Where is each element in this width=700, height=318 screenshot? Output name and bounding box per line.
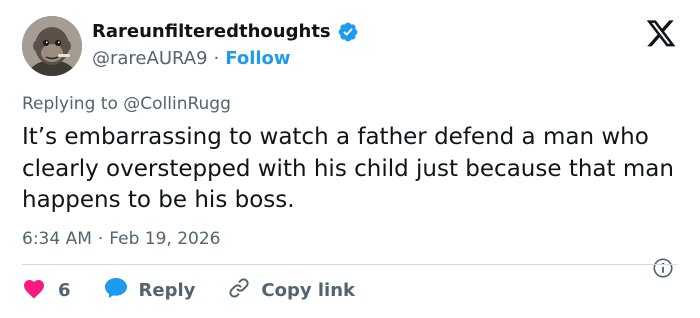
handle-row: @rareAURA9 · Follow — [92, 47, 291, 71]
tweet-date: Feb 19, 2026 — [109, 229, 221, 249]
tweet-time: 6:34 AM — [22, 229, 92, 249]
tweet-text: It’s embarrassing to watch a father defe… — [22, 124, 674, 213]
reply-prefix: Replying to — [22, 94, 118, 114]
reply-button[interactable]: Reply — [103, 276, 196, 305]
display-name[interactable]: Rareunfilteredthoughts — [92, 20, 331, 44]
reply-label: Reply — [138, 279, 196, 301]
verified-badge-icon — [337, 21, 359, 43]
reply-mention-link[interactable]: @CollinRugg — [123, 94, 231, 114]
separator-dot: · — [213, 48, 220, 69]
link-icon — [227, 276, 251, 305]
separator-dot: · — [97, 229, 104, 249]
reply-context: Replying to @CollinRugg — [22, 92, 231, 116]
tweet-timestamp[interactable]: 6:34 AM · Feb 19, 2026 — [22, 227, 221, 251]
speech-bubble-icon — [103, 276, 129, 305]
ape-avatar-icon — [22, 16, 82, 76]
author-name-row: Rareunfilteredthoughts — [92, 20, 359, 44]
heart-icon — [22, 277, 46, 304]
like-count: 6 — [58, 279, 71, 301]
x-logo-icon[interactable] — [645, 20, 677, 50]
author-handle[interactable]: @rareAURA9 — [92, 47, 208, 71]
info-icon[interactable] — [652, 257, 674, 279]
copy-link-label: Copy link — [261, 279, 355, 301]
divider — [22, 264, 678, 265]
like-button[interactable]: 6 — [22, 277, 71, 304]
avatar[interactable] — [22, 16, 82, 76]
action-bar: 6 Reply Copy link — [22, 276, 355, 304]
follow-button[interactable]: Follow — [225, 47, 290, 71]
copy-link-button[interactable]: Copy link — [227, 276, 355, 305]
